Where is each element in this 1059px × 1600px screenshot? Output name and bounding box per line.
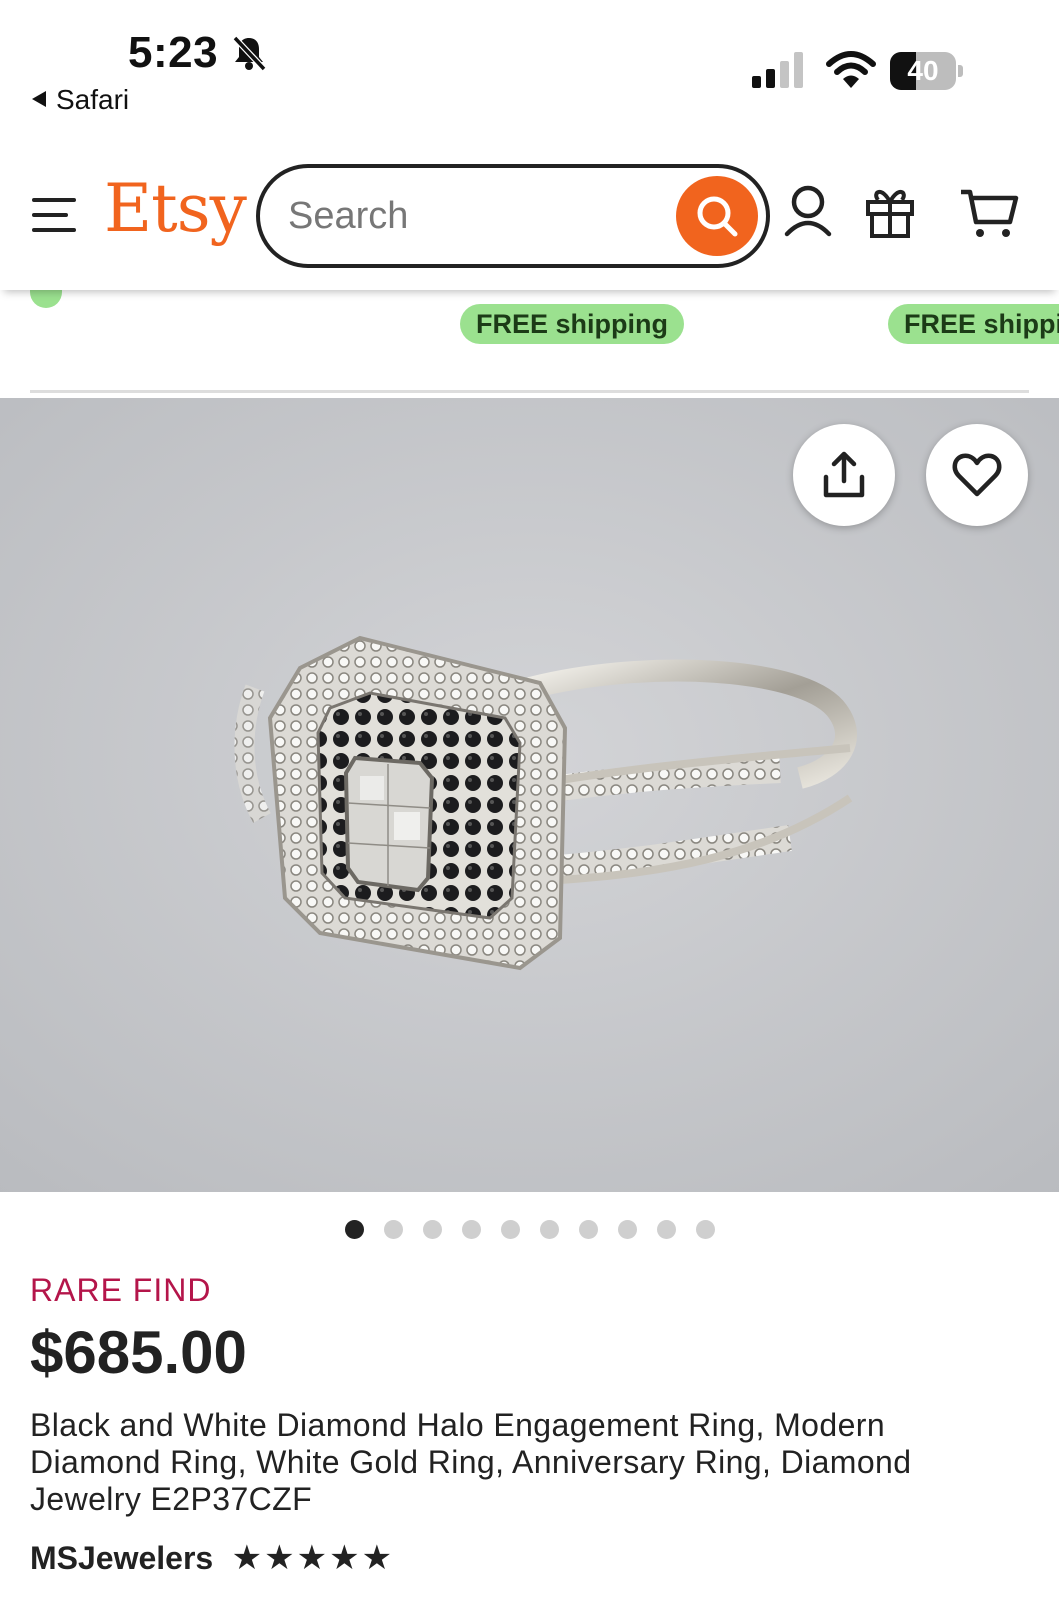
image-pager (0, 1220, 1059, 1244)
section-divider (30, 390, 1029, 393)
pager-dot-active[interactable] (344, 1220, 364, 1239)
pager-dot[interactable] (500, 1220, 520, 1239)
back-arrow-icon (32, 91, 46, 107)
cart-icon[interactable] (958, 182, 1020, 242)
battery-indicator: 40 (890, 52, 964, 90)
share-button[interactable] (793, 424, 895, 526)
search-button[interactable] (676, 176, 758, 256)
etsy-logo[interactable]: Etsy (104, 170, 247, 247)
pager-dot[interactable] (695, 1220, 715, 1239)
search-icon (697, 196, 738, 237)
account-icon[interactable] (780, 182, 836, 242)
free-shipping-badge: FREE shipping (888, 304, 1059, 344)
site-header: Etsy (0, 150, 1059, 290)
seller-row: MSJewelers ★★★★★ (30, 1538, 394, 1578)
cellular-signal-icon (752, 52, 808, 88)
seller-name-link[interactable]: MSJewelers (30, 1540, 213, 1577)
heart-icon (952, 453, 1002, 497)
product-image[interactable] (0, 398, 1059, 1192)
pager-dot[interactable] (461, 1220, 481, 1239)
listing-price-partial (452, 290, 460, 306)
rare-find-badge: RARE FIND (30, 1272, 212, 1308)
pager-dot[interactable] (383, 1220, 403, 1239)
free-shipping-badge: FREE shipping (460, 304, 684, 344)
free-shipping-badge-partial (30, 290, 62, 308)
pager-dot[interactable] (656, 1220, 676, 1239)
related-listings-strip: FREE shipping FREE shipping (0, 290, 1059, 390)
search-bar (256, 164, 770, 268)
back-app-label: Safari (56, 84, 130, 115)
product-price: $685.00 (30, 1319, 247, 1386)
hamburger-icon[interactable] (32, 198, 76, 232)
bell-slash-icon (232, 35, 267, 72)
status-time: 5:23 (128, 28, 219, 77)
product-title: Black and White Diamond Halo Engagement … (30, 1407, 912, 1517)
pager-dot[interactable] (539, 1220, 559, 1239)
gift-icon[interactable] (862, 182, 918, 242)
search-input[interactable] (288, 186, 648, 246)
battery-percent: 40 (907, 55, 939, 86)
pager-dot[interactable] (422, 1220, 442, 1239)
rating-stars[interactable]: ★★★★★ (232, 1538, 394, 1578)
pager-dot[interactable] (617, 1220, 637, 1239)
pager-dot[interactable] (578, 1220, 598, 1239)
ring-photo (0, 398, 1059, 1192)
share-icon (823, 451, 865, 498)
back-to-safari-link[interactable]: Safari (32, 84, 129, 116)
favorite-button[interactable] (926, 424, 1028, 526)
wifi-icon (826, 51, 876, 88)
status-bar: 5:23 Safari 40 (0, 0, 1059, 130)
